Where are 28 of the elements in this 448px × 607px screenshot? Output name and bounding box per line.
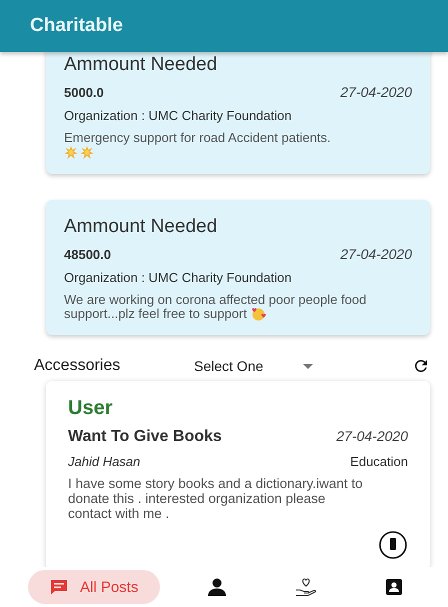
category: Education [350,454,408,470]
contact-card-icon [386,579,402,595]
description: Emergency support for road Accident patients. [64,131,412,160]
card-heading: Ammount Needed [64,216,218,238]
burst-icon [64,146,78,160]
filter-label: Accessories [34,357,122,376]
call-icon[interactable] [378,530,408,560]
post-role: User [68,397,114,420]
organization: Organization : UMC Charity Foundation [64,108,293,123]
description: We are working on corona affected poor people food support...plz feel free to support [64,292,368,322]
author: Jahid Hasan [68,454,140,470]
caret-icon [303,364,314,369]
card-heading: Ammount Needed [64,54,218,76]
message-icon [50,579,68,595]
date: 27-04-2020 [340,84,412,100]
app-title: Charitable [30,15,123,37]
heart-hand-icon [295,577,318,597]
category-dropdown[interactable]: Select One [194,358,412,374]
person-icon [206,578,227,596]
date: 27-04-2020 [336,428,408,444]
description: I have some story books and a dictionary.iwant to donate this . interested organization please contact with me . [68,477,364,522]
amount: 5000.0 [64,85,104,100]
amount: 48500.0 [64,246,111,262]
organization: Organization : UMC Charity Foundation [64,270,293,285]
burst-icon [80,146,94,160]
post-title: Want To Give Books [68,428,222,446]
hearts-icon [250,307,266,322]
date: 27-04-2020 [340,246,412,262]
